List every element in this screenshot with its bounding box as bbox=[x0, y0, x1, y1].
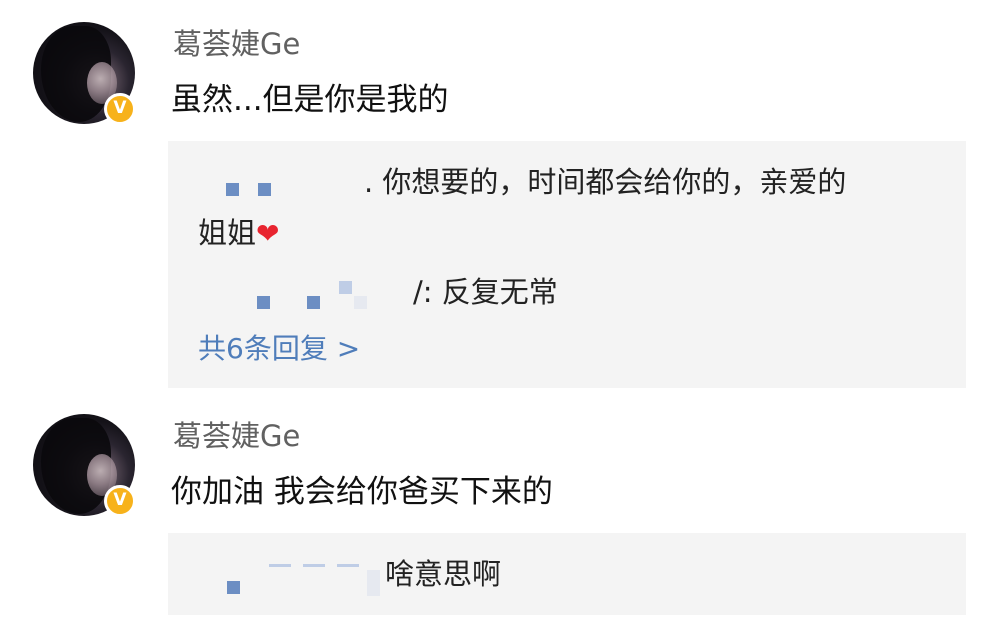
comment-text: 你加油 我会给你爸买下来的 bbox=[171, 474, 553, 510]
comment-item: V 葛荟婕Ge 你加油 我会给你爸买下来的 啥意思啊 bbox=[0, 400, 1000, 630]
reply-text: /: 反复无常 bbox=[413, 275, 558, 309]
censored-username bbox=[303, 564, 325, 567]
view-more-replies-link[interactable]: 共6条回复 > bbox=[198, 331, 360, 367]
reply-text: . 你想要的，时间都会给你的，亲爱的 bbox=[364, 165, 847, 199]
comment-text: 虽然...但是你是我的 bbox=[171, 82, 449, 118]
censored-username bbox=[269, 564, 291, 567]
verified-badge-icon: V bbox=[104, 485, 136, 517]
censored-username bbox=[227, 581, 240, 594]
reply-box[interactable] bbox=[168, 533, 966, 615]
censored-username bbox=[339, 281, 352, 294]
censored-username bbox=[257, 296, 270, 309]
censored-username bbox=[367, 570, 380, 596]
reply-text: 啥意思啊 bbox=[385, 557, 502, 591]
censored-username bbox=[307, 296, 320, 309]
comment-username[interactable]: 葛荟婕Ge bbox=[173, 26, 300, 62]
reply-text: 姐姐 bbox=[198, 216, 257, 250]
censored-username bbox=[337, 564, 359, 567]
censored-username bbox=[354, 296, 367, 309]
censored-username bbox=[226, 183, 239, 196]
comment-item: V 葛荟婕Ge 虽然...但是你是我的 . 你想要的，时间都会给你的，亲爱的 姐… bbox=[0, 0, 1000, 400]
heart-icon: ❤ bbox=[256, 217, 280, 250]
reply-text-continued: 姐姐❤ bbox=[198, 214, 279, 253]
comment-username[interactable]: 葛荟婕Ge bbox=[173, 418, 300, 454]
censored-username bbox=[258, 183, 271, 196]
verified-badge-icon: V bbox=[104, 93, 136, 125]
